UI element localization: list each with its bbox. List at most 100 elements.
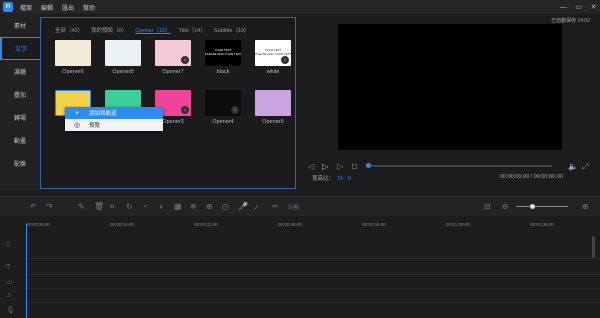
timeline-tracks[interactable]: ▯ T ▭ ♫ 🎙 [0, 232, 600, 318]
sidebar-item-animation[interactable]: 動畫 [0, 129, 40, 152]
zoom-clip-icon[interactable]: ⊕ [206, 202, 213, 211]
zoom-slider-knob[interactable] [530, 204, 535, 209]
minimize-icon[interactable]: — [559, 4, 568, 11]
crop-icon[interactable]: ⌗ [110, 202, 115, 212]
filter-all[interactable]: 全部（43） [55, 26, 83, 34]
track-divider [24, 288, 600, 289]
playback-controls: ◁ ▷ ▷ □ 🔈 ⤢ [308, 160, 596, 174]
template-tile[interactable]: YOUR TEXT PLEASE ADD YOUR TEXT black [205, 40, 241, 75]
track-divider [24, 274, 600, 275]
redo-icon[interactable]: ↷ [46, 202, 53, 211]
download-icon[interactable]: ↓ [181, 106, 189, 114]
template-label: black [216, 69, 230, 75]
zoom-out-icon[interactable]: ⊖ [502, 202, 509, 211]
fit-timeline-icon[interactable]: ⊟ [484, 202, 491, 211]
template-thumbnail[interactable]: YOUR TEXT PLEASE ADD YOUR TEXT [205, 40, 241, 66]
add-to-track-menu-item[interactable]: + 添加到軌道 [65, 107, 163, 119]
template-tile[interactable]: ↓ Opener4 [205, 90, 241, 125]
template-tile[interactable]: Opener6 [55, 40, 91, 75]
mosaic-icon[interactable]: ▦ [174, 202, 182, 211]
timeline-ruler[interactable]: 00:00:00.00 00:00:16.00 00:00:32.00 00:0… [24, 218, 600, 230]
freeze-icon[interactable]: ❄ [190, 202, 197, 211]
sidebar-item-music[interactable]: 配樂 [0, 152, 40, 175]
filter-opener[interactable]: Opener（15） [135, 26, 170, 34]
playback-progress-track[interactable] [370, 165, 552, 167]
duration-icon[interactable]: ◷ [222, 202, 229, 211]
playback-progress-knob[interactable] [366, 163, 371, 168]
template-thumbnail[interactable]: ↓ [155, 40, 191, 66]
text-track-icon: T [6, 264, 11, 271]
stop-icon[interactable]: □ [352, 162, 357, 171]
preview-menu-item[interactable]: ◎ 預覽 [65, 119, 163, 131]
sidebar-item-overlays[interactable]: 疊加 [0, 83, 40, 106]
timecode: 00:00:00.00 / 00:00:00.00 [500, 174, 563, 180]
template-tile[interactable]: Opener5 [255, 90, 291, 125]
volume-icon[interactable]: 🔈 [568, 162, 578, 171]
menu-edit[interactable]: 編輯 [41, 3, 53, 12]
menu-export[interactable]: 匯出 [62, 3, 74, 12]
ruler-tick: 00:01:20.00 [446, 222, 470, 227]
playhead[interactable] [26, 224, 27, 318]
microphone-icon[interactable]: 🎤 [238, 202, 248, 211]
context-menu: + 添加到軌道 ◎ 預覽 [65, 107, 163, 131]
rotate-icon[interactable]: ↻ [126, 202, 133, 211]
template-label: Opener8 [112, 69, 134, 75]
sidebar-item-transitions[interactable]: 轉場 [0, 106, 40, 129]
download-icon[interactable]: ↓ [231, 106, 239, 114]
ruler-tick: 00:00:00.00 [26, 222, 50, 227]
video-track-icon: ▯ [6, 241, 10, 248]
sidebar: 素材 文字 濾鏡 疊加 轉場 動畫 配樂 [0, 14, 40, 190]
category-filters: 全部（43） 我的預設（0） Opener（15） Title（14） Subt… [55, 26, 249, 34]
template-tile[interactable]: ↓ Opener7 [155, 40, 191, 75]
split-icon[interactable]: ✂ [272, 202, 279, 211]
track-divider [24, 302, 600, 303]
filter-my-presets[interactable]: 我的預設（0） [91, 26, 127, 34]
filter-subtitle[interactable]: Subtitle（19） [214, 26, 249, 34]
aspect-ratio: 寬高比： 16 : 9 [312, 174, 351, 182]
timeline-scrollbar[interactable] [592, 236, 595, 258]
edit-icon[interactable]: ✎ [78, 202, 85, 211]
ruler-tick: 00:00:32.00 [194, 222, 218, 227]
plus-icon: + [74, 109, 80, 117]
template-label: Opener7 [162, 69, 184, 75]
audio-icon[interactable]: ♪ [254, 202, 258, 211]
download-icon[interactable]: ↓ [181, 56, 189, 64]
fullscreen-icon[interactable]: ⤢ [582, 162, 588, 172]
filter-title[interactable]: Title（14） [179, 26, 206, 34]
ruler-tick: 00:00:16.00 [110, 222, 134, 227]
template-thumbnail[interactable]: ↓ [205, 90, 241, 116]
ruler-tick: 00:00:48.00 [278, 222, 302, 227]
previous-frame-icon[interactable]: ◁ [308, 162, 314, 171]
download-icon[interactable]: ↓ [281, 56, 289, 64]
zoom-slider-track[interactable] [516, 206, 568, 207]
color-icon[interactable]: ◑ [158, 202, 163, 211]
sidebar-item-text[interactable]: 文字 [0, 37, 40, 60]
template-tile[interactable]: Opener8 [105, 40, 141, 75]
maximize-icon[interactable]: ▭ [574, 3, 583, 11]
speed-icon[interactable]: ◔ [142, 202, 147, 211]
template-thumbnail[interactable] [255, 90, 291, 116]
menu-file[interactable]: 檔案 [20, 3, 32, 12]
sidebar-item-media[interactable]: 素材 [0, 14, 40, 37]
sidebar-item-filters[interactable]: 濾鏡 [0, 60, 40, 83]
template-thumbnail[interactable]: YOUR TEXT PLEASE ADD YOUR TEXT ↓ [255, 40, 291, 66]
delete-icon[interactable]: 🗑 [94, 202, 104, 211]
zoom-in-icon[interactable]: ⊕ [582, 202, 589, 211]
template-label: white [266, 69, 280, 75]
template-thumbnail[interactable] [105, 40, 141, 66]
undo-icon[interactable]: ↶ [30, 202, 37, 211]
timeline-toolbar: ↶ ↷ ✎ 🗑 ⌗ ↻ ◔ ◑ ▦ ❄ ⊕ ◷ 🎤 ♪ ✂ 分割 ⊟ ⊖ ⊕ [0, 196, 600, 216]
template-thumbnail[interactable] [55, 40, 91, 66]
app-logo: Fi [3, 2, 13, 12]
close-icon[interactable]: ✕ [589, 3, 598, 11]
next-frame-icon[interactable]: ▷ [337, 162, 343, 171]
template-tile[interactable]: YOUR TEXT PLEASE ADD YOUR TEXT ↓ white [255, 40, 291, 75]
play-icon[interactable]: ▷ [322, 162, 328, 171]
thumbnail-text: YOUR TEXT PLEASE ADD YOUR TEXT [255, 48, 291, 56]
split-label[interactable]: 分割 [288, 203, 299, 211]
text-library-panel: 全部（43） 我的預設（0） Opener（15） Title（14） Subt… [40, 17, 296, 189]
track-divider [24, 258, 600, 259]
aspect-ratio-value[interactable]: 16 : 9 [337, 176, 351, 182]
window-controls: — ▭ ✕ [559, 0, 598, 14]
menu-help[interactable]: 幫助 [83, 3, 95, 12]
